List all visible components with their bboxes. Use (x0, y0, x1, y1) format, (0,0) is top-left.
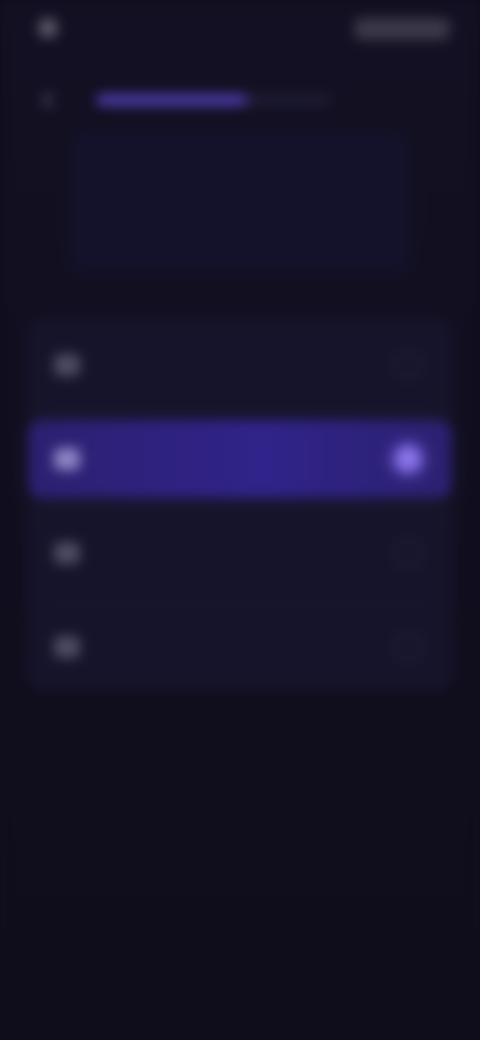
option-3[interactable] (28, 514, 452, 592)
divider (48, 602, 432, 603)
status-icons (354, 18, 450, 40)
divider (48, 508, 432, 509)
nav-row (0, 78, 480, 122)
arrow-left-icon[interactable] (36, 88, 60, 112)
app-screen (0, 0, 480, 1040)
option-badge (54, 542, 80, 564)
option-badge (54, 354, 80, 376)
quiz-progress-fill (96, 94, 248, 106)
option-4[interactable] (28, 608, 452, 686)
divider (48, 410, 432, 411)
radio-button[interactable] (394, 539, 422, 567)
answer-options (28, 318, 452, 690)
quiz-progress-bar (96, 94, 332, 106)
radio-button[interactable] (394, 633, 422, 661)
option-1[interactable] (28, 326, 452, 404)
camera-notch (38, 18, 58, 38)
option-badge (54, 636, 80, 658)
question-card (70, 132, 410, 272)
option-2[interactable] (28, 420, 452, 498)
status-bar (0, 0, 480, 56)
radio-button[interactable] (394, 351, 422, 379)
radio-button[interactable] (394, 445, 422, 473)
option-badge (54, 448, 80, 470)
